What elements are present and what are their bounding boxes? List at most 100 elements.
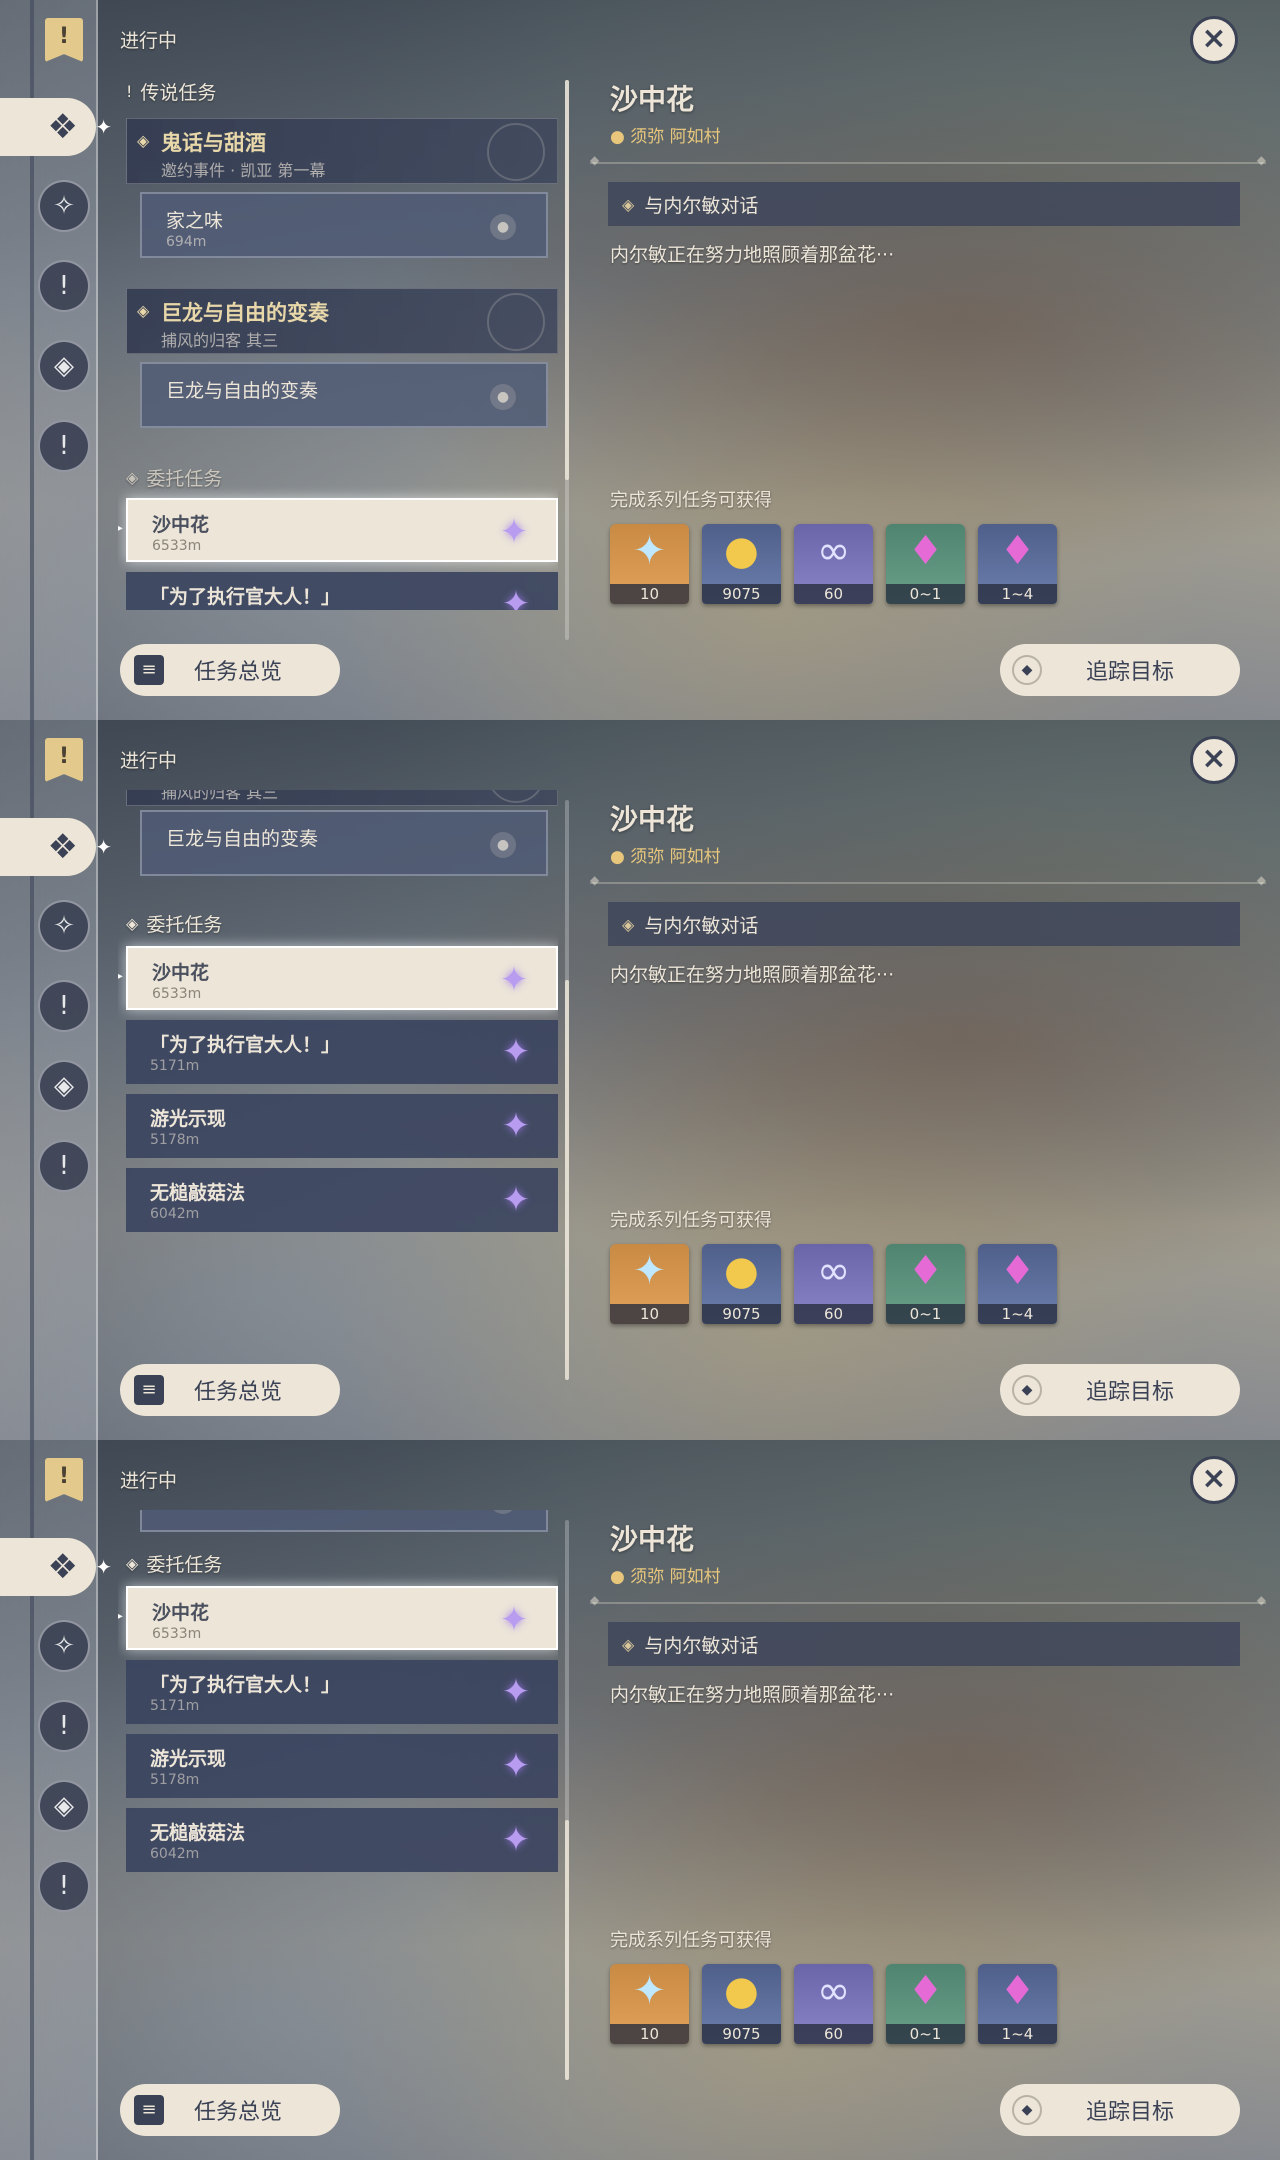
event-quest-icon[interactable]: ! — [38, 1860, 90, 1912]
task-item[interactable]: 无槌敲菇法 6042m ✦ — [126, 1808, 558, 1872]
track-target-button[interactable]: ◆ 追踪目标 — [1000, 1364, 1240, 1416]
reward-label: 完成系列任务可获得 — [610, 1210, 772, 1231]
quest-list[interactable]: ● ◈ 委托任务 沙中花 6533m ✦ 「为了执行官大人！」 5171m ✦ … — [118, 1510, 558, 2050]
crystal-icon: ♦ — [907, 1968, 944, 2014]
quest-group-title: 巨龙与自由的变奏 — [161, 301, 329, 325]
map-pin-icon[interactable]: ● — [490, 384, 516, 410]
bookmark-icon[interactable]: ! — [45, 738, 83, 782]
world-quest-icon[interactable]: ◈ — [38, 340, 90, 392]
task-item[interactable]: 沙中花 6533m ✦ — [118, 946, 558, 1010]
close-button[interactable]: × — [1190, 16, 1238, 64]
reward-primogem[interactable]: ✦ 10 — [610, 524, 689, 604]
sub-quest[interactable]: 家之味 694m ● — [140, 192, 548, 258]
quest-description: 内尔敏正在努力地照顾着那盆花··· — [610, 244, 895, 266]
emblem-icon — [487, 293, 545, 351]
reward-count: 0~1 — [886, 1304, 965, 1324]
reward-label: 完成系列任务可获得 — [610, 490, 772, 511]
archon-quest-icon[interactable]: ✧ — [38, 180, 90, 232]
scrollbar-thumb[interactable] — [565, 980, 569, 1380]
scrollbar[interactable] — [565, 1520, 569, 2080]
commission-star-icon: ✦ — [499, 512, 529, 552]
quest-overview-button[interactable]: ≡ 任务总览 — [120, 2084, 340, 2136]
objective-text: 与内尔敏对话 — [644, 194, 759, 217]
event-quest-icon[interactable]: ! — [38, 420, 90, 472]
task-item[interactable]: 无槌敲菇法 6042m ✦ — [126, 1168, 558, 1232]
commission-star-icon: ✦ — [501, 1180, 531, 1220]
quest-list[interactable]: 捕风的归客 其三 巨龙与自由的变奏 ● ◈ 委托任务 沙中花 6533m ✦ 「… — [118, 790, 558, 1330]
map-pin-icon[interactable]: ● — [490, 832, 516, 858]
quest-group[interactable]: ◈ 巨龙与自由的变奏 捕风的归客 其三 — [126, 288, 558, 354]
adventure-exp-icon: ∞ — [816, 528, 851, 574]
reward-crystal-cluster[interactable]: ♦ 1~4 — [978, 524, 1057, 604]
scrollbar-thumb[interactable] — [565, 80, 569, 480]
track-target-button[interactable]: ◆ 追踪目标 — [1000, 644, 1240, 696]
story-quest-icon[interactable]: ! — [38, 980, 90, 1032]
quest-overview-button[interactable]: ≡ 任务总览 — [120, 1364, 340, 1416]
quest-group[interactable]: 捕风的归客 其三 — [126, 790, 558, 806]
reward-adventure-exp[interactable]: ∞ 60 — [794, 1964, 873, 2044]
reward-primogem[interactable]: ✦ 10 — [610, 1244, 689, 1324]
scrollbar[interactable] — [565, 80, 569, 640]
objective-bar: ◈ 与内尔敏对话 — [608, 182, 1240, 226]
commission-tab-icon[interactable]: ❖ — [0, 98, 112, 156]
scrollbar[interactable] — [565, 800, 569, 1380]
commission-star-icon: ✦ — [499, 960, 529, 1000]
task-item[interactable]: 「为了执行官大人！」 5171m ✦ — [126, 1660, 558, 1724]
sub-quest[interactable]: 巨龙与自由的变奏 ● — [140, 362, 548, 428]
task-item[interactable]: 游光示现 5178m ✦ — [126, 1734, 558, 1798]
task-item[interactable]: 「为了执行官大人！」 5171m ✦ — [126, 572, 558, 610]
world-quest-icon[interactable]: ◈ — [38, 1780, 90, 1832]
task-item[interactable]: 沙中花 6533m ✦ — [118, 1586, 558, 1650]
bookmark-icon[interactable]: ! — [45, 18, 83, 62]
map-pin-icon[interactable]: ● — [490, 1510, 516, 1514]
reward-crystal-cluster[interactable]: ♦ 1~4 — [978, 1964, 1057, 2044]
story-quest-icon[interactable]: ! — [38, 260, 90, 312]
diamond-icon: ◈ — [137, 131, 150, 150]
archon-quest-icon[interactable]: ✧ — [38, 900, 90, 952]
quest-group[interactable]: ◈ 鬼话与甜酒 邀约事件 · 凯亚 第一幕 — [126, 118, 558, 184]
task-name: 沙中花 — [152, 962, 210, 984]
scrollbar-thumb[interactable] — [565, 1820, 569, 2080]
reward-mora[interactable]: ● 9075 — [702, 1244, 781, 1324]
objective-text: 与内尔敏对话 — [644, 914, 759, 937]
close-button[interactable]: × — [1190, 736, 1238, 784]
task-name: 「为了执行官大人！」 — [150, 1674, 341, 1696]
reward-crystal[interactable]: ♦ 0~1 — [886, 1964, 965, 2044]
task-name: 沙中花 — [152, 1602, 210, 1624]
commission-star-icon: ✦ — [501, 1672, 531, 1712]
reward-adventure-exp[interactable]: ∞ 60 — [794, 1244, 873, 1324]
commission-tab-icon[interactable]: ❖ — [0, 1538, 112, 1596]
quest-list[interactable]: ! 传说任务 ◈ 鬼话与甜酒 邀约事件 · 凯亚 第一幕 家之味 694m ● … — [118, 70, 558, 610]
commission-tab-icon[interactable]: ❖ — [0, 818, 112, 876]
reward-adventure-exp[interactable]: ∞ 60 — [794, 524, 873, 604]
reward-mora[interactable]: ● 9075 — [702, 1964, 781, 2044]
reward-mora[interactable]: ● 9075 — [702, 524, 781, 604]
quest-panel-3: ! ❖ ✧ ! ◈ ! 进行中 ● ◈ 委托任务 沙中花 6533m ✦ 「为了… — [0, 1440, 1280, 2160]
world-quest-icon[interactable]: ◈ — [38, 1060, 90, 1112]
reward-crystal-cluster[interactable]: ♦ 1~4 — [978, 1244, 1057, 1324]
task-item[interactable]: 游光示现 5178m ✦ — [126, 1094, 558, 1158]
commission-section-header: ◈ 委托任务 — [126, 910, 222, 937]
task-distance: 6533m — [152, 986, 202, 1002]
legend-section-header: ! 传说任务 — [126, 78, 216, 105]
bookmark-icon[interactable]: ! — [45, 1458, 83, 1502]
track-target-button[interactable]: ◆ 追踪目标 — [1000, 2084, 1240, 2136]
archon-quest-icon[interactable]: ✧ — [38, 1620, 90, 1672]
sub-quest[interactable]: 巨龙与自由的变奏 ● — [140, 810, 548, 876]
task-item[interactable]: 沙中花 6533m ✦ — [118, 498, 558, 562]
quest-overview-button[interactable]: ≡ 任务总览 — [120, 644, 340, 696]
quest-location: ● 须弥 阿如村 — [610, 842, 721, 867]
story-quest-icon[interactable]: ! — [38, 1700, 90, 1752]
reward-crystal[interactable]: ♦ 0~1 — [886, 1244, 965, 1324]
reward-crystal[interactable]: ♦ 0~1 — [886, 524, 965, 604]
event-quest-icon[interactable]: ! — [38, 1140, 90, 1192]
reward-count: 9075 — [702, 584, 781, 604]
reward-primogem[interactable]: ✦ 10 — [610, 1964, 689, 2044]
objective-bar: ◈ 与内尔敏对话 — [608, 1622, 1240, 1666]
task-item[interactable]: 「为了执行官大人！」 5171m ✦ — [126, 1020, 558, 1084]
sub-quest[interactable]: ● — [140, 1510, 548, 1532]
map-pin-icon[interactable]: ● — [490, 214, 516, 240]
diamond-icon: ◈ — [622, 914, 635, 934]
task-distance: 6533m — [152, 1626, 202, 1642]
close-button[interactable]: × — [1190, 1456, 1238, 1504]
